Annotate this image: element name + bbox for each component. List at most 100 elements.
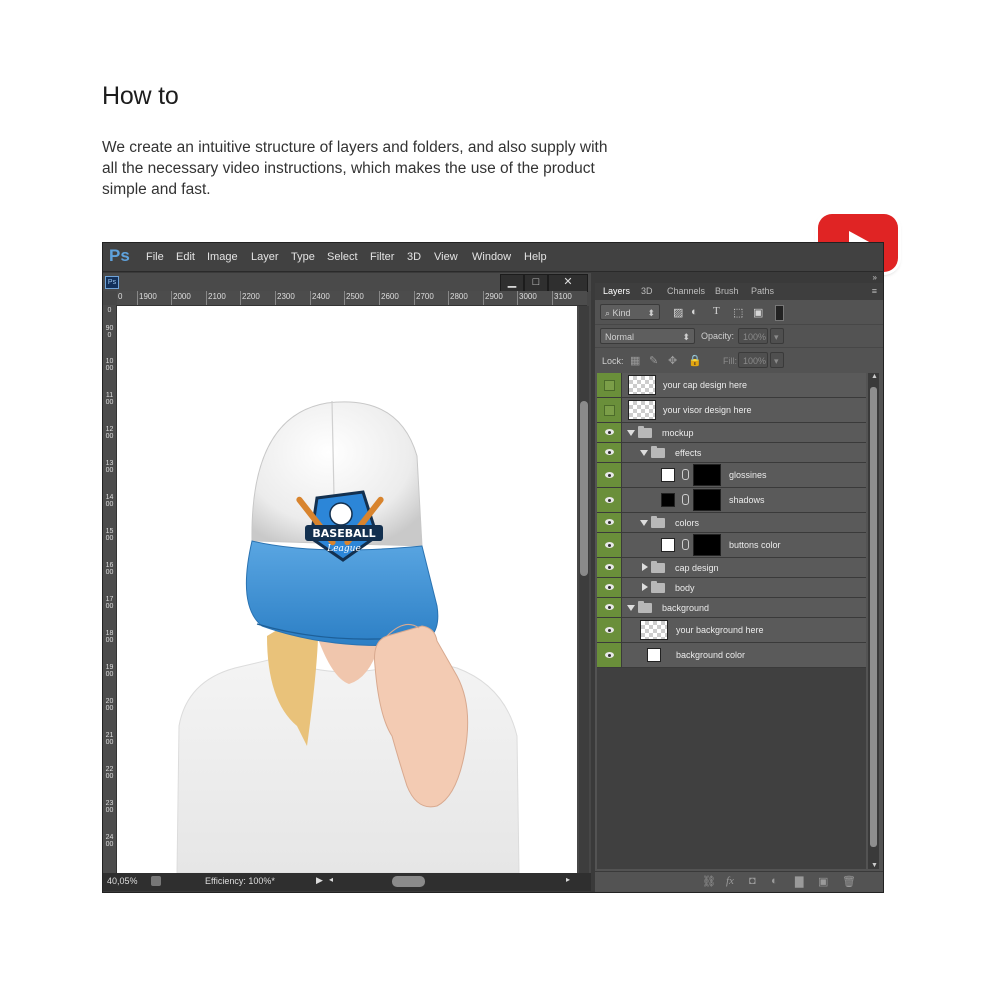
trash-icon[interactable]: 🗑: [842, 875, 856, 888]
visibility-toggle[interactable]: [597, 373, 622, 397]
document-canvas[interactable]: BASEBALL League: [117, 306, 577, 873]
zoom-level[interactable]: 40,05%: [107, 876, 138, 886]
tab-channels[interactable]: Channels: [667, 286, 705, 296]
maximize-button[interactable]: □: [524, 274, 548, 292]
share-icon[interactable]: [151, 876, 161, 886]
add-mask-icon[interactable]: ◘: [749, 875, 756, 887]
new-layer-icon[interactable]: ▣: [818, 875, 828, 888]
menu-layer[interactable]: Layer: [251, 251, 279, 263]
close-button[interactable]: ✕: [548, 274, 588, 292]
kind-filter-select[interactable]: ⌕ Kind ⬍: [600, 304, 660, 320]
tab-layers[interactable]: Layers: [603, 286, 630, 296]
status-arrow-icon[interactable]: ▶: [316, 875, 323, 886]
layers-panel: » Layers 3D Channels Brush Paths ≡ ⌕ Kin…: [595, 273, 883, 892]
menu-window[interactable]: Window: [472, 251, 511, 263]
link-icon[interactable]: [682, 539, 689, 550]
opacity-input[interactable]: 100%: [738, 328, 768, 344]
layer-group-row[interactable]: colors: [597, 513, 866, 533]
menu-3d[interactable]: 3D: [407, 251, 421, 263]
visibility-toggle[interactable]: [597, 423, 622, 442]
fx-icon[interactable]: fx: [726, 875, 734, 887]
lock-position-icon[interactable]: ✥: [668, 354, 677, 367]
tab-paths[interactable]: Paths: [751, 286, 774, 296]
visibility-toggle[interactable]: [597, 618, 622, 642]
opacity-label: Opacity:: [701, 331, 735, 341]
menu-filter[interactable]: Filter: [370, 251, 394, 263]
link-icon[interactable]: [682, 469, 689, 480]
expand-arrow-icon[interactable]: [627, 605, 635, 611]
new-group-icon[interactable]: ▇: [795, 875, 803, 888]
shape-filter-icon[interactable]: ⬚: [733, 306, 743, 319]
ruler-tick: [414, 291, 415, 305]
lock-all-icon[interactable]: 🔒: [688, 354, 702, 367]
adjustment-filter-icon[interactable]: ◐: [691, 306, 698, 318]
menu-type[interactable]: Type: [291, 251, 315, 263]
vertical-scrollbar[interactable]: [579, 306, 589, 873]
fill-input[interactable]: 100%: [738, 352, 768, 368]
menu-select[interactable]: Select: [327, 251, 358, 263]
visibility-toggle[interactable]: [597, 558, 622, 577]
layer-group-row[interactable]: body: [597, 578, 866, 598]
scroll-down-icon[interactable]: ▼: [871, 862, 878, 869]
ruler-label: 0: [118, 292, 123, 301]
menu-help[interactable]: Help: [524, 251, 547, 263]
opacity-dropdown[interactable]: ▾: [770, 328, 784, 344]
layer-group-row[interactable]: cap design: [597, 558, 866, 578]
visibility-toggle[interactable]: [597, 598, 622, 617]
blend-mode-select[interactable]: Normal ⬍: [600, 328, 695, 344]
collapse-arrow-icon[interactable]: [642, 583, 648, 591]
layer-row[interactable]: background color: [597, 643, 866, 668]
scroll-thumb[interactable]: [580, 401, 588, 576]
visibility-toggle[interactable]: [597, 578, 622, 597]
ruler-label: 3000: [519, 292, 537, 301]
layer-row[interactable]: your visor design here: [597, 398, 866, 423]
panel-expand-icon[interactable]: »: [873, 273, 877, 282]
horizontal-scroll-thumb[interactable]: [392, 876, 425, 887]
menu-edit[interactable]: Edit: [176, 251, 195, 263]
tab-3d[interactable]: 3D: [641, 286, 653, 296]
menu-image[interactable]: Image: [207, 251, 238, 263]
pixel-filter-icon[interactable]: ▨: [673, 306, 683, 319]
visibility-toggle[interactable]: [597, 513, 622, 532]
layer-row[interactable]: your cap design here: [597, 373, 866, 398]
lock-pixels-icon[interactable]: ✎: [649, 354, 658, 367]
layer-group-row[interactable]: mockup: [597, 423, 866, 443]
visibility-toggle[interactable]: [597, 643, 622, 667]
type-filter-icon[interactable]: T: [713, 305, 720, 317]
minimize-button[interactable]: ▁: [500, 274, 524, 292]
filter-toggle-icon[interactable]: [775, 305, 784, 321]
link-layers-icon[interactable]: ⛓: [702, 875, 716, 888]
layers-scroll-thumb[interactable]: [870, 387, 877, 847]
layer-row[interactable]: your background here: [597, 618, 866, 643]
adjustment-layer-icon[interactable]: ◐: [771, 875, 778, 887]
visibility-toggle[interactable]: [597, 463, 622, 487]
visibility-toggle[interactable]: [597, 488, 622, 512]
tab-brush[interactable]: Brush: [715, 286, 739, 296]
expand-arrow-icon[interactable]: [640, 520, 648, 526]
menu-view[interactable]: View: [434, 251, 458, 263]
link-icon[interactable]: [682, 494, 689, 505]
fill-dropdown[interactable]: ▾: [770, 352, 784, 368]
visibility-toggle[interactable]: [597, 533, 622, 557]
layers-scrollbar[interactable]: ▲ ▼: [868, 373, 879, 869]
scroll-right-icon[interactable]: ▸: [566, 875, 570, 884]
layer-row[interactable]: buttons color: [597, 533, 866, 558]
scroll-left-icon[interactable]: ◂: [329, 875, 333, 884]
layer-row[interactable]: glossines: [597, 463, 866, 488]
ruler-tick: [137, 291, 138, 305]
layer-group-row[interactable]: background: [597, 598, 866, 618]
panel-menu-icon[interactable]: ≡: [872, 286, 877, 296]
eye-icon: [605, 584, 614, 590]
layer-group-row[interactable]: effects: [597, 443, 866, 463]
visibility-toggle[interactable]: [597, 398, 622, 422]
menu-file[interactable]: File: [146, 251, 164, 263]
scroll-up-icon[interactable]: ▲: [871, 373, 878, 380]
expand-arrow-icon[interactable]: [627, 430, 635, 436]
collapse-arrow-icon[interactable]: [642, 563, 648, 571]
layer-row[interactable]: shadows: [597, 488, 866, 513]
select-arrows-icon: ⬍: [647, 308, 655, 318]
visibility-toggle[interactable]: [597, 443, 622, 462]
lock-transparency-icon[interactable]: ▦: [630, 354, 640, 367]
expand-arrow-icon[interactable]: [640, 450, 648, 456]
smart-object-filter-icon[interactable]: ▣: [753, 306, 763, 319]
